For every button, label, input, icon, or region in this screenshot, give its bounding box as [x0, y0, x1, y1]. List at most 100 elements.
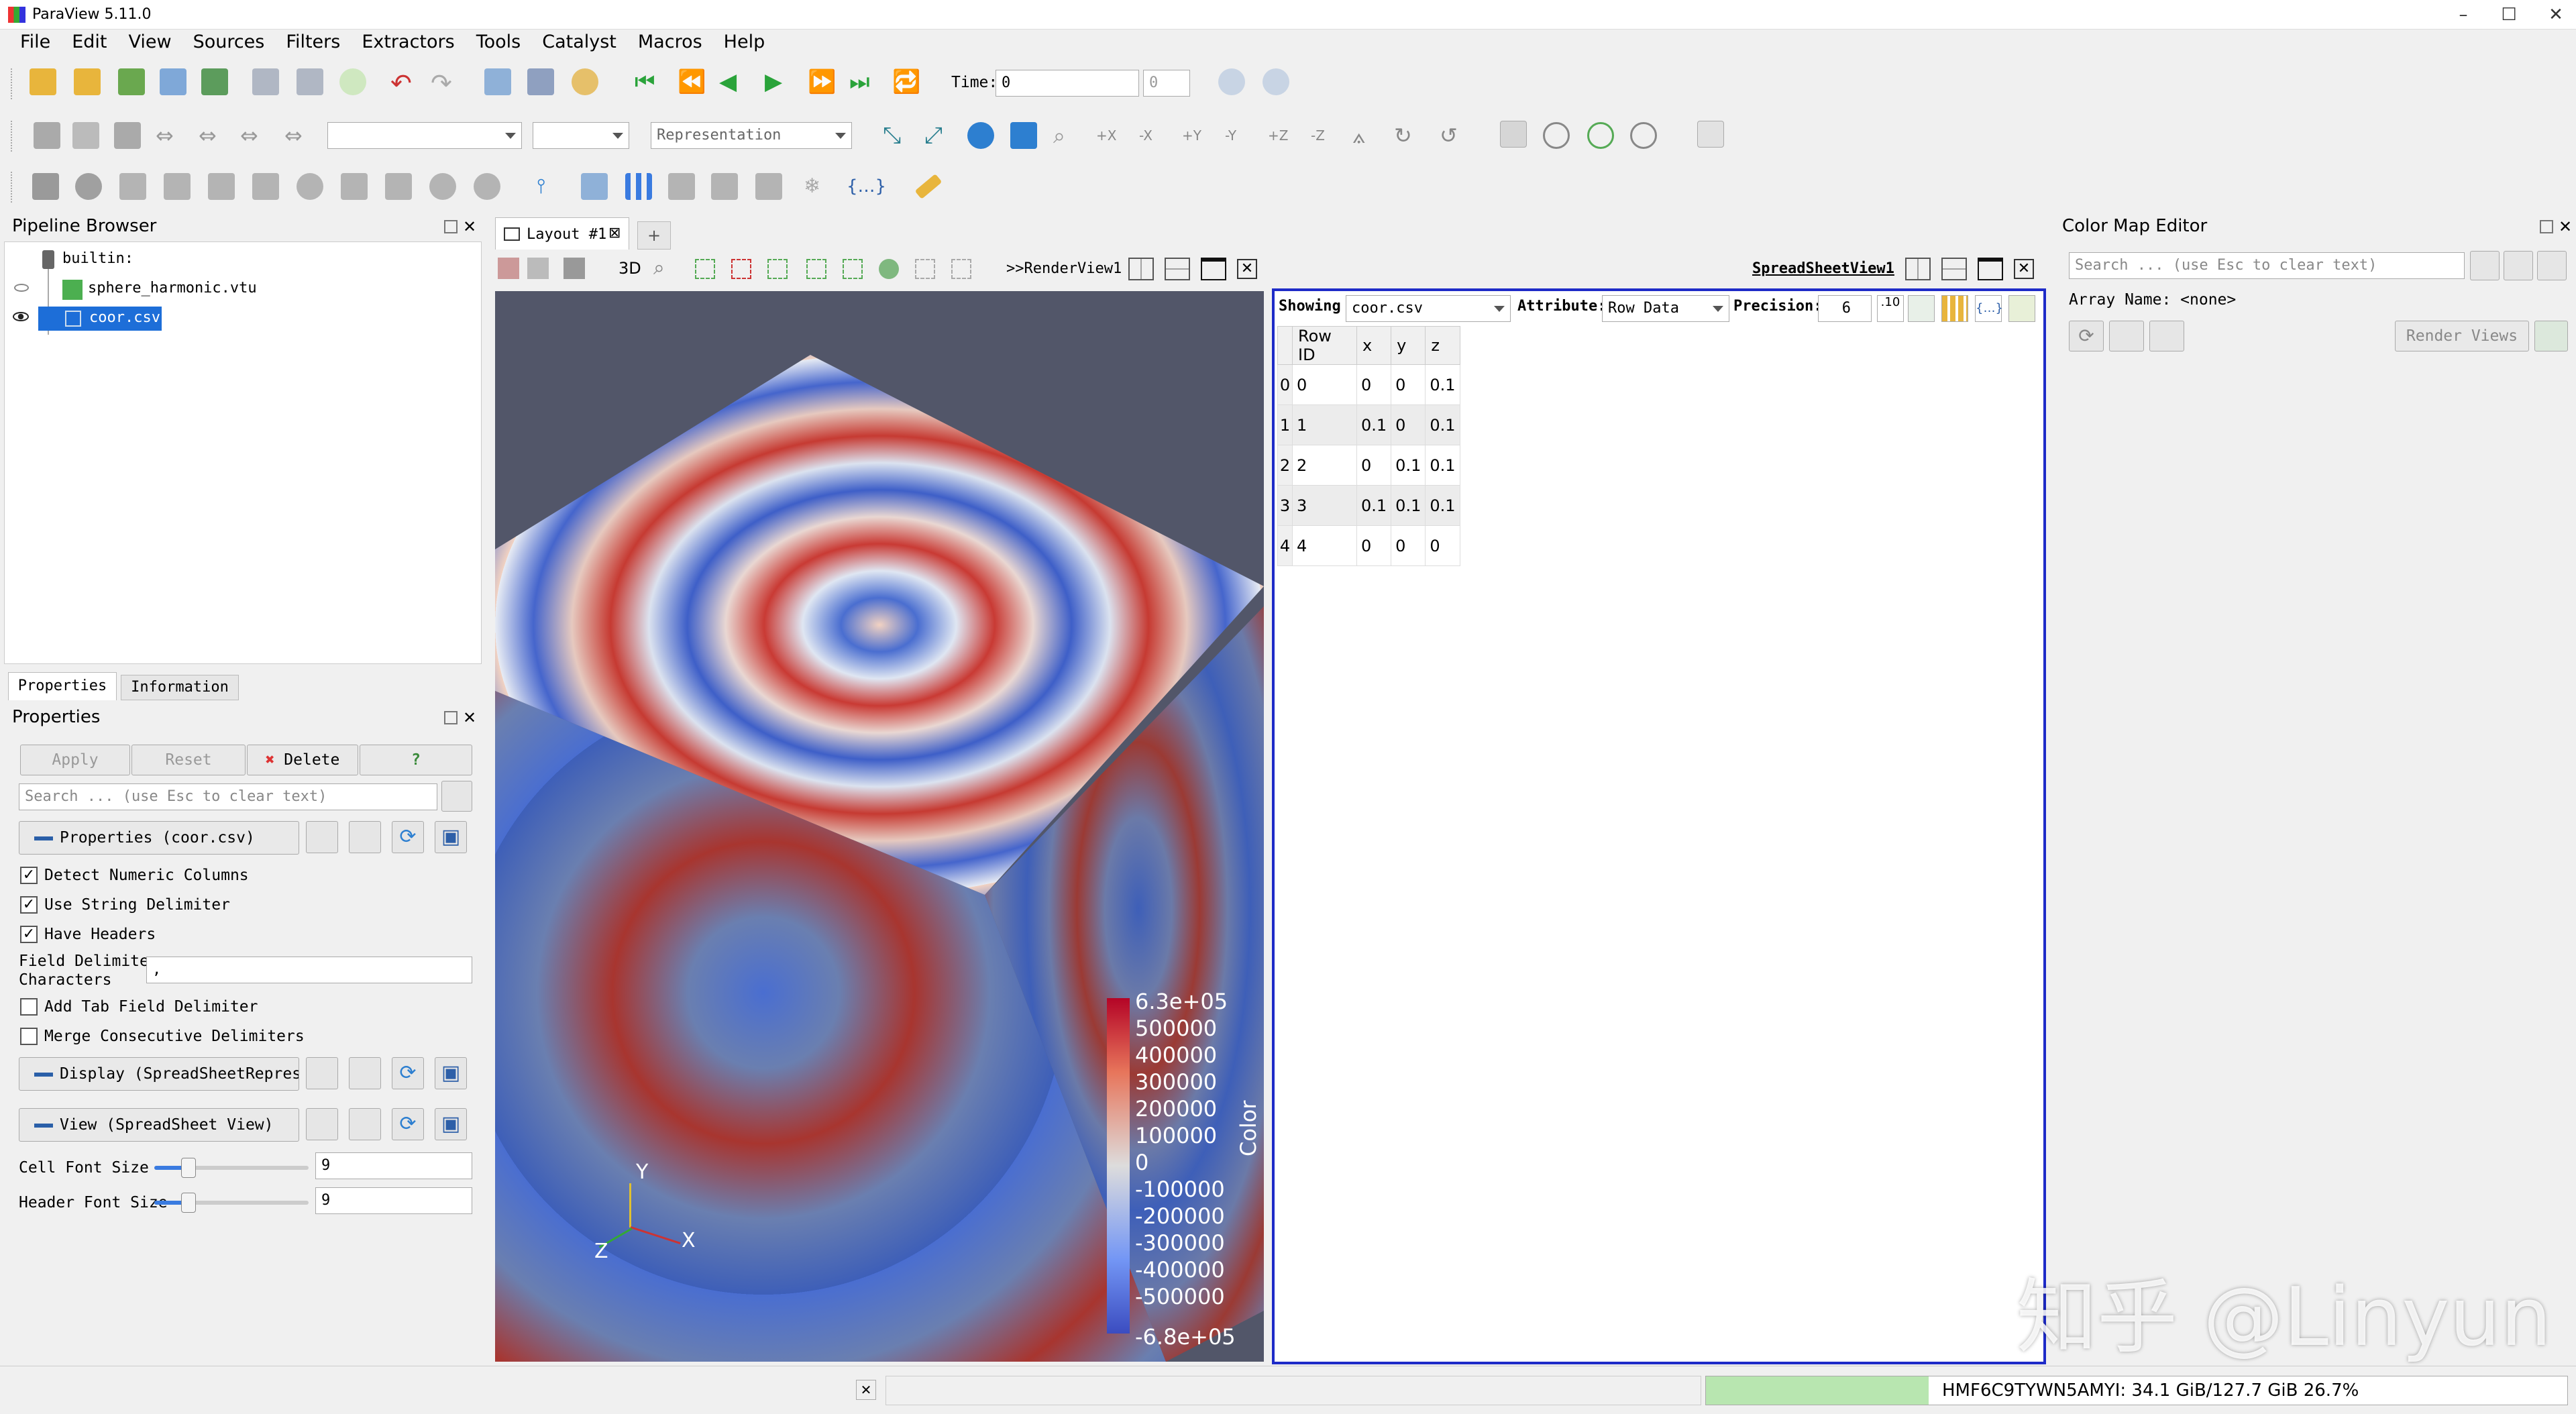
render-views-button[interactable]: Render Views — [2395, 321, 2529, 351]
plot-over-line-icon[interactable]: ⫯ — [537, 173, 564, 200]
interactive-select-icon[interactable] — [879, 259, 899, 279]
temporal-icon[interactable] — [755, 173, 782, 200]
layout-tab-close-icon[interactable]: ⊠ — [608, 225, 621, 241]
layout-tab[interactable]: Layout #1 ⊠ — [495, 217, 629, 250]
save-defaults-icon-3[interactable]: ▣ — [435, 1108, 467, 1140]
menu-tools[interactable]: Tools — [466, 30, 532, 55]
connect-icon[interactable] — [160, 68, 186, 95]
split-vertical-icon-2[interactable] — [1941, 258, 1967, 280]
header-font-size-slider[interactable] — [154, 1193, 309, 1213]
color-map-search-input[interactable]: Search ... (use Esc to clear text) — [2069, 252, 2465, 279]
capture-icon[interactable] — [498, 258, 519, 279]
menu-sources[interactable]: Sources — [182, 30, 276, 55]
reload-icon-2[interactable]: ⟳ — [392, 1057, 424, 1089]
color-map-custom-button[interactable] — [2149, 321, 2184, 351]
play-backward-icon[interactable]: ◀ — [719, 68, 746, 95]
table-cell[interactable]: 0 — [1356, 525, 1392, 566]
toolbar-grip-2[interactable] — [11, 121, 15, 152]
paste-icon[interactable] — [349, 821, 381, 853]
table-row[interactable]: 2 2 0 0.1 0.1 — [1277, 445, 1460, 486]
menu-filters[interactable]: Filters — [275, 30, 351, 55]
toolbar-grip-3[interactable] — [11, 172, 15, 203]
python-script-icon[interactable]: {…} — [847, 173, 886, 200]
color-map-gear-button[interactable] — [2470, 251, 2500, 280]
split-horizontal-icon[interactable] — [1128, 258, 1154, 280]
render-view[interactable]: Y X Z 6.3e+05 500000 400000 300000 20000… — [495, 291, 1264, 1362]
light-kit-icon[interactable] — [1697, 121, 1724, 148]
close-view-icon-2[interactable]: ✕ — [2014, 259, 2034, 279]
view-minus-x-icon[interactable]: -X — [1139, 122, 1166, 149]
time-input[interactable]: 0 — [996, 70, 1139, 97]
fixed-representation-icon[interactable]: .10 — [1877, 295, 1904, 322]
view-plus-z-icon[interactable]: +Z — [1268, 122, 1295, 149]
header-y[interactable]: y — [1391, 326, 1426, 365]
select-frustum-icon[interactable] — [767, 259, 788, 279]
open-file-icon[interactable] — [30, 68, 56, 95]
screenshot-icon[interactable] — [564, 258, 585, 279]
menu-edit[interactable]: Edit — [61, 30, 117, 55]
snowflake-icon[interactable]: ❄ — [804, 173, 830, 200]
maximize-button[interactable]: ☐ — [2482, 0, 2536, 30]
help-button[interactable]: ? — [360, 745, 472, 775]
clip-icon[interactable] — [119, 173, 146, 200]
menu-macros[interactable]: Macros — [627, 30, 713, 55]
disconnect-icon[interactable] — [201, 68, 228, 95]
table-cell[interactable]: 0.1 — [1391, 485, 1426, 526]
play-icon[interactable]: ▶ — [765, 68, 792, 95]
palette-icon[interactable] — [572, 68, 598, 95]
select-block-icon[interactable] — [843, 259, 863, 279]
reset-button[interactable]: Reset — [131, 745, 246, 775]
table-row[interactable]: 0 0 0 0 0.1 — [1277, 364, 1460, 405]
pipeline-item-coor-csv[interactable]: coor.csv — [89, 309, 160, 326]
menu-help[interactable]: Help — [713, 30, 776, 55]
find-data-icon[interactable] — [527, 68, 554, 95]
pipeline-item-builtin[interactable]: builtin: — [62, 250, 133, 267]
tab-information[interactable]: Information — [121, 675, 239, 700]
header-x[interactable]: x — [1356, 326, 1392, 365]
menu-file[interactable]: File — [9, 30, 61, 55]
zoom-box-icon[interactable] — [1010, 122, 1037, 149]
redo-icon[interactable]: ↷ — [431, 70, 458, 97]
properties-search-input[interactable]: Search ... (use Esc to clear text) — [19, 783, 437, 810]
next-frame-icon[interactable]: ⏩ — [808, 68, 836, 95]
first-frame-icon[interactable]: ⏮ — [635, 68, 661, 95]
toggle-columns-icon[interactable] — [1941, 295, 1968, 322]
menu-extractors[interactable]: Extractors — [351, 30, 465, 55]
status-close-icon[interactable]: ✕ — [856, 1380, 876, 1400]
export-spreadsheet-icon[interactable] — [2008, 295, 2035, 322]
view-minus-y-icon[interactable]: -Y — [1225, 122, 1252, 149]
use-string-delim-checkbox[interactable]: ✓ — [20, 896, 38, 914]
reset-camera-closest-icon[interactable]: ⤢ — [924, 122, 951, 149]
pipeline-item-sphere-harmonic[interactable]: sphere_harmonic.vtu — [88, 280, 257, 296]
view-plus-x-icon[interactable]: +X — [1096, 122, 1123, 149]
loop-icon[interactable]: 🔁 — [892, 68, 920, 95]
precision-spinbox[interactable]: 6 — [1818, 295, 1872, 322]
component-select[interactable] — [533, 122, 629, 149]
table-cell[interactable]: 0.1 — [1425, 364, 1460, 405]
table-cell[interactable]: 0 — [1391, 525, 1426, 566]
group-datasets-icon[interactable] — [429, 173, 456, 200]
rescale-temporal-icon[interactable]: ⇔ — [284, 122, 311, 149]
panel-float-icon-2[interactable] — [444, 711, 458, 724]
rescale-visible-icon[interactable]: ⇔ — [240, 122, 267, 149]
table-cell[interactable]: 0.1 — [1356, 404, 1392, 445]
maximize-view-icon-2[interactable] — [1978, 258, 2003, 280]
save-data-icon[interactable] — [118, 68, 145, 95]
edit-color-map-icon[interactable] — [114, 122, 141, 149]
header-row-id[interactable]: Row ID — [1292, 326, 1357, 365]
table-cell[interactable]: 0.1 — [1425, 404, 1460, 445]
attribute-select[interactable]: Row Data — [1602, 295, 1729, 322]
add-layout-tab[interactable]: + — [637, 221, 671, 250]
paste-icon-3[interactable] — [349, 1108, 381, 1140]
warp-vector-icon[interactable] — [385, 173, 412, 200]
reload-icon-3[interactable]: ⟳ — [392, 1108, 424, 1140]
table-row[interactable]: 3 3 0.1 0.1 0.1 — [1277, 485, 1460, 526]
pick-center-icon[interactable] — [1587, 122, 1614, 149]
section-properties[interactable]: Properties (coor.csv) — [19, 821, 299, 855]
save-defaults-icon-2[interactable]: ▣ — [435, 1057, 467, 1089]
load-state-icon[interactable] — [297, 68, 323, 95]
merge-consecutive-checkbox[interactable] — [20, 1028, 38, 1045]
cell-font-size-input[interactable]: 9 — [315, 1152, 472, 1179]
extract-subset-icon[interactable] — [252, 173, 279, 200]
hover-cells-icon[interactable] — [951, 259, 971, 279]
